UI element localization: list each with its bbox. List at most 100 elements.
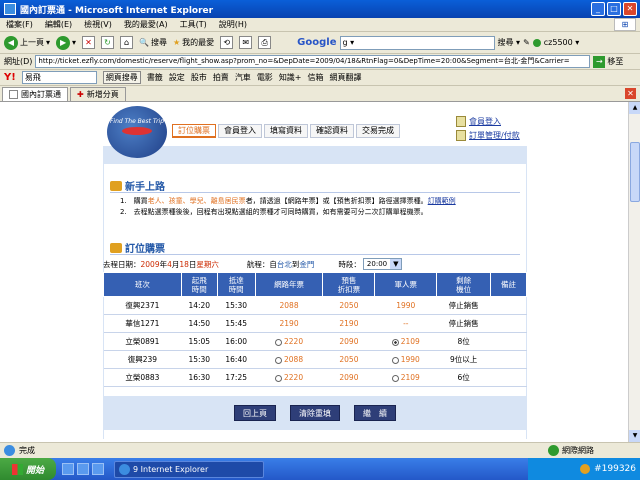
yahoo-settings[interactable]: 設定: [169, 72, 185, 83]
go-button[interactable]: → 移至: [593, 55, 623, 68]
refresh-icon[interactable]: ↻: [101, 36, 115, 49]
military-fare[interactable]: 1990: [374, 350, 437, 369]
yahoo-movies[interactable]: 電影: [257, 72, 273, 83]
yahoo-web-search-button[interactable]: 網頁搜尋: [102, 71, 141, 84]
col-seats-label: 剩餘 機位: [456, 275, 472, 294]
vertical-scrollbar[interactable]: ▲ ▼: [628, 102, 640, 442]
menu-help[interactable]: 說明(H): [219, 19, 247, 30]
step-done: 交易完成: [356, 124, 400, 138]
menu-favorites[interactable]: 我的最愛(A): [124, 19, 168, 30]
google-search-input[interactable]: g ▾: [339, 35, 495, 50]
table-header-row: 班次 起飛 時間 抵達 時間 網路年票 預售 折扣票 軍人票 剩餘 機位 備註: [103, 272, 527, 297]
tray-text: #199326: [594, 464, 636, 474]
history-icon[interactable]: ⟲: [220, 36, 234, 49]
time-select[interactable]: 20:00 ▼: [362, 258, 403, 270]
remaining-seats: 停止銷售: [436, 296, 491, 315]
menu-edit[interactable]: 編輯(E): [45, 19, 72, 30]
step-book: 訂位購票: [172, 124, 216, 138]
google-search-button[interactable]: 搜尋 ▾: [498, 37, 521, 48]
col-arrival-label: 抵達 時間: [228, 275, 244, 294]
scroll-thumb[interactable]: [630, 142, 640, 202]
fare-radio[interactable]: [391, 374, 399, 382]
taskbar-ie-item[interactable]: 9 Internet Explorer: [114, 460, 264, 478]
yahoo-knowledge[interactable]: 知識+: [279, 72, 302, 83]
col-presale-fare: 預售 折扣票: [322, 272, 376, 297]
back-button[interactable]: ◀ 上一頁 ▾: [4, 35, 50, 50]
document-icon: [456, 130, 466, 141]
desktop-icon[interactable]: [62, 463, 74, 475]
net-fare[interactable]: 2220: [255, 332, 323, 351]
yahoo-search-input[interactable]: 易飛: [21, 71, 97, 84]
yahoo-stocks[interactable]: 股市: [191, 72, 207, 83]
member-login-link[interactable]: 會員登入: [456, 116, 520, 127]
search-button[interactable]: 🔍 搜尋: [139, 37, 167, 48]
search-icon: 🔍: [139, 38, 149, 47]
remaining-seats: 停止銷售: [436, 314, 491, 333]
menu-file[interactable]: 檔案(F): [6, 19, 33, 30]
tray-icon[interactable]: [580, 464, 591, 474]
minimize-button[interactable]: _: [591, 2, 605, 16]
continue-button[interactable]: 繼 續: [354, 405, 396, 421]
wrench-icon[interactable]: ✎: [523, 38, 530, 47]
maximize-button[interactable]: □: [607, 2, 621, 16]
military-fare[interactable]: 2109: [374, 368, 437, 387]
side-links: 會員登入 訂單管理/付款: [456, 116, 520, 141]
presale-fare: 2090: [322, 332, 375, 351]
start-button[interactable]: 開始: [0, 458, 56, 480]
security-zone: 網際網路: [548, 445, 594, 456]
close-window-button[interactable]: ✕: [623, 2, 637, 16]
military-fare[interactable]: 2109: [374, 332, 437, 351]
yahoo-translate[interactable]: 網頁翻譯: [330, 72, 362, 83]
arrival-time: 15:45: [217, 314, 256, 333]
reset-button[interactable]: 清除重填: [290, 405, 340, 421]
fare-radio[interactable]: [391, 338, 399, 346]
col-flight: 班次: [103, 272, 182, 297]
col-presale-label: 預售 折扣票: [337, 275, 361, 294]
order-management-link[interactable]: 訂單管理/付款: [456, 130, 520, 141]
scroll-down-icon[interactable]: ▼: [629, 430, 640, 442]
media-icon[interactable]: [92, 463, 104, 475]
toolbar: ◀ 上一頁 ▾ ▶ ▾ ✕ ↻ ⌂ 🔍 搜尋 ★ 我的最愛 ⟲ ✉ ⎙ Goog…: [0, 32, 640, 54]
yahoo-auction[interactable]: 拍賣: [213, 72, 229, 83]
scroll-up-icon[interactable]: ▲: [629, 102, 640, 114]
net-fare[interactable]: 2220: [255, 368, 323, 387]
departure-time: 15:30: [181, 350, 218, 369]
site-logo[interactable]: Find The Best Trip: [107, 106, 167, 158]
favorites-button[interactable]: ★ 我的最愛: [173, 37, 214, 48]
account-menu[interactable]: cz5500 ▾: [544, 38, 580, 47]
fare-radio[interactable]: [275, 338, 283, 346]
ie-app-icon: [4, 3, 16, 15]
divider: [110, 192, 520, 193]
presale-fare: 2050: [322, 350, 375, 369]
new-tab-button[interactable]: ✚ 新增分頁: [70, 87, 126, 101]
flight-number: 華信1271: [103, 314, 182, 333]
arrival-time: 17:25: [217, 368, 256, 387]
close-tab-icon[interactable]: ✕: [625, 88, 636, 99]
fare-radio[interactable]: [275, 356, 283, 364]
taskbar: 開始 9 Internet Explorer #199326: [0, 458, 640, 480]
table-row: 華信1271 14:50 15:45 2190 2190 -- 停止銷售: [103, 314, 527, 333]
tab-current[interactable]: 國內訂票通: [2, 87, 68, 101]
print-icon[interactable]: ⎙: [258, 36, 272, 49]
yahoo-mail[interactable]: 信箱: [308, 72, 324, 83]
step-login: 會員登入: [218, 124, 262, 138]
yahoo-bookmarks[interactable]: 書籤: [147, 72, 163, 83]
menu-tools[interactable]: 工具(T): [180, 19, 207, 30]
fare-radio[interactable]: [391, 356, 399, 364]
back-page-button[interactable]: 回上頁: [234, 405, 276, 421]
booking-example-link[interactable]: 訂購範例: [428, 197, 456, 205]
address-input[interactable]: http://ticket.ezfly.com/domestic/reserve…: [35, 55, 591, 68]
net-fare[interactable]: 2088: [255, 350, 323, 369]
presale-fare: 2090: [322, 368, 375, 387]
ie-quick-icon[interactable]: [77, 463, 89, 475]
windows-logo-icon: ⊞: [614, 18, 636, 31]
home-icon[interactable]: ⌂: [120, 36, 134, 49]
yahoo-logo[interactable]: Y!: [4, 72, 16, 83]
mail-icon[interactable]: ✉: [239, 36, 253, 49]
quick-launch: [62, 463, 104, 475]
stop-icon[interactable]: ✕: [82, 36, 96, 49]
menu-view[interactable]: 檢視(V): [84, 19, 112, 30]
forward-button[interactable]: ▶ ▾: [56, 35, 76, 50]
yahoo-cars[interactable]: 汽車: [235, 72, 251, 83]
fare-radio[interactable]: [275, 374, 283, 382]
